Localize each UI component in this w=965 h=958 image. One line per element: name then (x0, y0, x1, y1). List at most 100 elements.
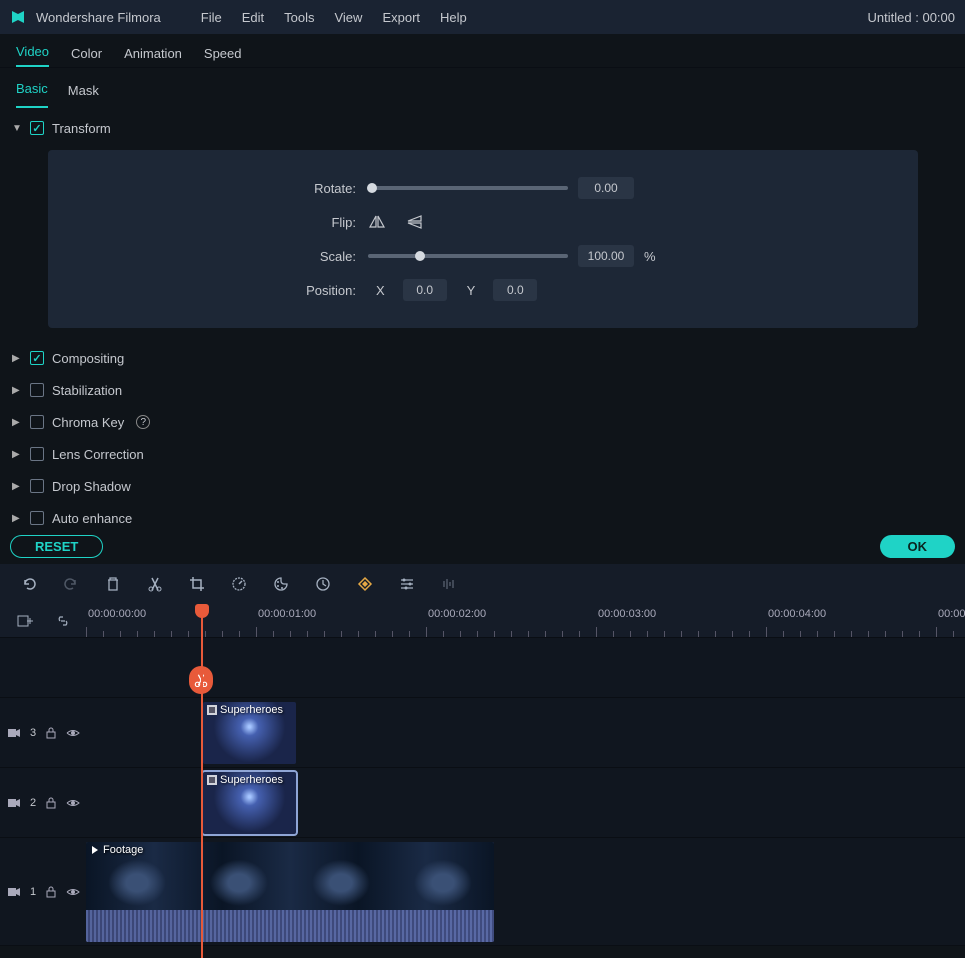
auto-enhance-checkbox[interactable] (30, 511, 44, 525)
track-1: 1 Footage (0, 838, 965, 946)
crop-icon[interactable] (188, 575, 206, 593)
help-icon[interactable]: ? (136, 415, 150, 429)
track-2: 2 Superheroes (0, 768, 965, 838)
clip-footage[interactable]: Footage (86, 842, 494, 942)
timeline-ruler[interactable]: 00:00:00:00 00:00:01:00 00:00:02:00 00:0… (86, 604, 965, 637)
position-label: Position: (88, 283, 368, 298)
menu-tools[interactable]: Tools (274, 6, 324, 29)
timeline-ruler-row: 00:00:00:00 00:00:01:00 00:00:02:00 00:0… (0, 604, 965, 638)
menu-help[interactable]: Help (430, 6, 477, 29)
track-3: 3 Superheroes (0, 698, 965, 768)
playhead-head-icon[interactable] (195, 604, 209, 618)
speed-ramp-icon[interactable] (314, 575, 332, 593)
ruler-tick: 00:00:03:00 (598, 608, 656, 620)
y-label: Y (467, 283, 476, 298)
audio-icon[interactable] (440, 575, 458, 593)
chevron-right-icon[interactable]: ▶ (12, 513, 22, 524)
transform-controls: Rotate: 0.00 Flip: Scale: 100.00 % Posit… (48, 150, 918, 328)
ok-button[interactable]: OK (880, 535, 956, 558)
rotate-value[interactable]: 0.00 (578, 177, 634, 199)
clip-superheroes-2[interactable]: Superheroes (203, 772, 296, 834)
chevron-right-icon[interactable]: ▶ (12, 353, 22, 364)
track-3-header: 3 (0, 727, 86, 739)
chevron-down-icon[interactable]: ▼ (12, 123, 22, 134)
keyframe-icon[interactable] (356, 575, 374, 593)
eye-icon[interactable] (66, 798, 80, 808)
scale-slider[interactable] (368, 254, 568, 258)
clip-label: Superheroes (220, 774, 283, 786)
scale-value[interactable]: 100.00 (578, 245, 634, 267)
audio-waveform (86, 910, 494, 942)
ruler-tick: 00:00:00:00 (88, 608, 146, 620)
section-stabilization[interactable]: ▶ Stabilization (12, 374, 957, 406)
chevron-right-icon[interactable]: ▶ (12, 449, 22, 460)
position-y-value[interactable]: 0.0 (493, 279, 537, 301)
section-transform[interactable]: ▼ Transform (12, 112, 957, 144)
delete-icon[interactable] (104, 575, 122, 593)
section-drop-shadow[interactable]: ▶ Drop Shadow (12, 470, 957, 502)
menu-export[interactable]: Export (372, 6, 430, 29)
lock-icon[interactable] (46, 797, 56, 809)
chevron-right-icon[interactable]: ▶ (12, 417, 22, 428)
chevron-right-icon[interactable]: ▶ (12, 385, 22, 396)
playhead[interactable] (201, 604, 203, 958)
button-bar: RESET OK (0, 528, 965, 564)
property-tabs: Video Color Animation Speed (0, 34, 965, 68)
clip-label: Superheroes (220, 704, 283, 716)
project-title: Untitled : 00:00 (868, 10, 955, 25)
ruler-tick: 00:00:02:00 (428, 608, 486, 620)
eye-icon[interactable] (66, 887, 80, 897)
video-track-icon (8, 798, 20, 808)
undo-icon[interactable] (20, 575, 38, 593)
section-chroma-key[interactable]: ▶ Chroma Key ? (12, 406, 957, 438)
auto-enhance-label: Auto enhance (52, 511, 132, 526)
section-lens-correction[interactable]: ▶ Lens Correction (12, 438, 957, 470)
title-bar: Wondershare Filmora File Edit Tools View… (0, 0, 965, 34)
app-logo-icon (10, 9, 26, 25)
tab-color[interactable]: Color (71, 38, 102, 67)
clip-superheroes-1[interactable]: Superheroes (203, 702, 296, 764)
subtab-mask[interactable]: Mask (68, 77, 99, 108)
split-icon[interactable] (146, 575, 164, 593)
section-compositing[interactable]: ▶ Compositing (12, 342, 957, 374)
menu-view[interactable]: View (324, 6, 372, 29)
ruler-tick: 00:00:04:00 (768, 608, 826, 620)
tab-animation[interactable]: Animation (124, 38, 182, 67)
menu-file[interactable]: File (191, 6, 232, 29)
add-track-icon[interactable] (16, 612, 34, 630)
ruler-tick: 00:00 (938, 608, 965, 620)
flip-horizontal-icon[interactable] (368, 213, 386, 231)
x-label: X (376, 283, 385, 298)
lock-icon[interactable] (46, 727, 56, 739)
reset-button[interactable]: RESET (10, 535, 103, 558)
clip-label: Footage (103, 844, 143, 856)
timeline-toolbar (0, 564, 965, 604)
color-icon[interactable] (272, 575, 290, 593)
rotate-slider[interactable] (368, 186, 568, 190)
position-x-value[interactable]: 0.0 (403, 279, 447, 301)
track-2-header: 2 (0, 797, 86, 809)
stabilization-label: Stabilization (52, 383, 122, 398)
stabilization-checkbox[interactable] (30, 383, 44, 397)
scale-unit: % (644, 249, 656, 264)
compositing-checkbox[interactable] (30, 351, 44, 365)
chevron-right-icon[interactable]: ▶ (12, 481, 22, 492)
section-auto-enhance[interactable]: ▶ Auto enhance (12, 502, 957, 528)
flip-vertical-icon[interactable] (406, 213, 424, 231)
link-icon[interactable] (54, 612, 72, 630)
subtab-basic[interactable]: Basic (16, 75, 48, 108)
transform-checkbox[interactable] (30, 121, 44, 135)
speed-icon[interactable] (230, 575, 248, 593)
drop-shadow-checkbox[interactable] (30, 479, 44, 493)
eye-icon[interactable] (66, 728, 80, 738)
redo-icon[interactable] (62, 575, 80, 593)
sub-tabs: Basic Mask (0, 68, 965, 108)
menu-edit[interactable]: Edit (232, 6, 274, 29)
tab-video[interactable]: Video (16, 36, 49, 67)
chroma-key-checkbox[interactable] (30, 415, 44, 429)
lens-correction-checkbox[interactable] (30, 447, 44, 461)
adjust-icon[interactable] (398, 575, 416, 593)
tab-speed[interactable]: Speed (204, 38, 242, 67)
video-track-icon (8, 728, 20, 738)
lock-icon[interactable] (46, 886, 56, 898)
